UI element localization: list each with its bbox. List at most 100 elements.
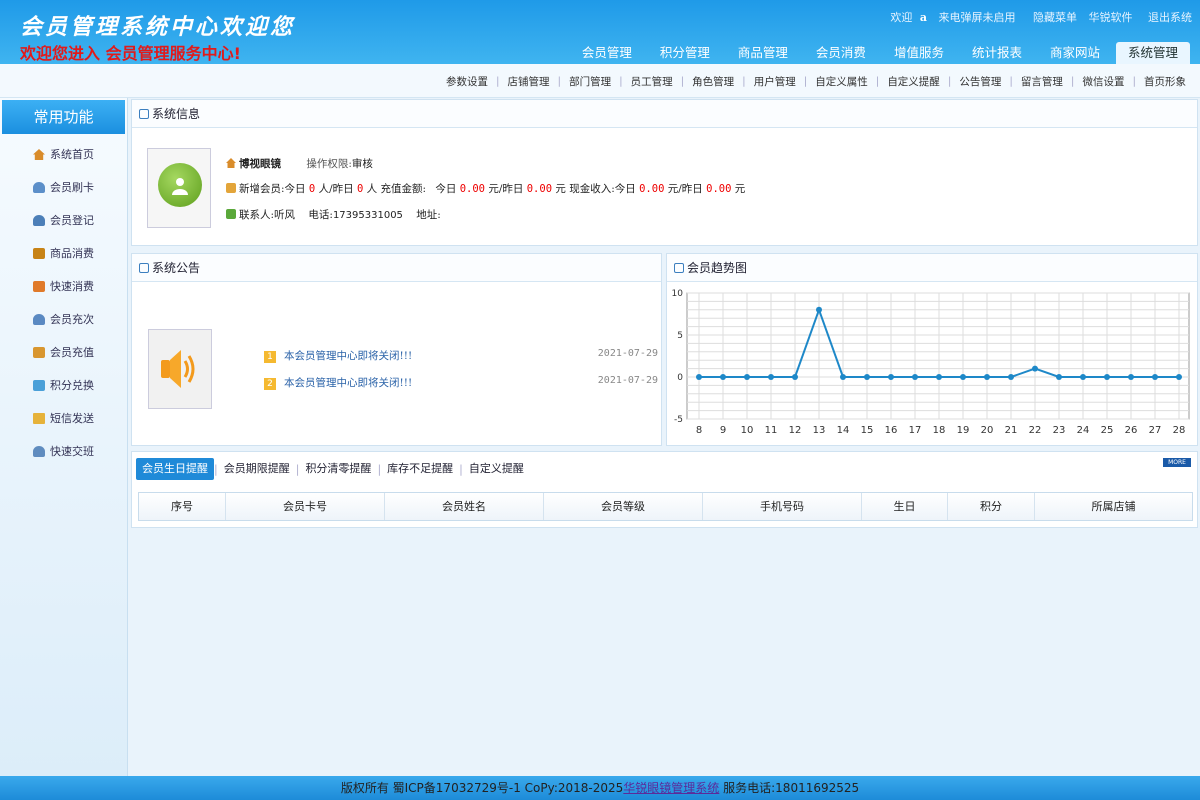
data-point [720, 374, 726, 380]
sidebar-item-label: 会员充值 [50, 346, 94, 359]
x-tick-label: 12 [789, 425, 802, 436]
sidebar-item-home[interactable]: 系统首页 [0, 138, 127, 171]
col-member-level: 会员等级 [544, 493, 703, 520]
top-link-hide-menu[interactable]: 隐藏菜单 [1033, 11, 1077, 24]
info-icon [139, 109, 149, 119]
nav-goods[interactable]: 商品管理 [726, 42, 800, 64]
x-tick-label: 26 [1125, 425, 1138, 436]
data-point [936, 374, 942, 380]
subnav-custom-attr[interactable]: 自定义属性 [815, 74, 868, 89]
nav-website[interactable]: 商家网站 [1038, 42, 1112, 64]
reminder-tabs: 会员生日提醒 | 会员期限提醒 | 积分清零提醒 | 库存不足提醒 | 自定义提醒 [136, 458, 530, 480]
tab-birthday-remind[interactable]: 会员生日提醒 [136, 458, 214, 480]
permission-label: 操作权限: [306, 158, 352, 170]
subnav-wechat-settings[interactable]: 微信设置 [1082, 74, 1124, 89]
top-link-logout[interactable]: 退出系统 [1148, 11, 1192, 24]
x-tick-label: 28 [1173, 425, 1186, 436]
panel-header: 系统信息 [132, 100, 1197, 128]
sidebar-item-recharge-times[interactable]: 会员充次 [0, 303, 127, 336]
sidebar-item-fast-consume[interactable]: 快速消费 [0, 270, 127, 303]
x-tick-label: 9 [720, 425, 726, 436]
person-unit: 人 [318, 183, 330, 195]
subnav-shop-manage[interactable]: 店铺管理 [508, 74, 550, 89]
sidebar-title: 常用功能 [2, 100, 125, 134]
new-today-value: 0 [308, 183, 316, 195]
notice-date: 2021-07-29 [597, 348, 658, 359]
nav-points[interactable]: 积分管理 [648, 42, 722, 64]
subnav-staff-manage[interactable]: 员工管理 [631, 74, 673, 89]
tab-expiry-remind[interactable]: 会员期限提醒 [218, 458, 296, 480]
tab-points-clear-remind[interactable]: 积分清零提醒 [299, 458, 377, 480]
sidebar-item-register[interactable]: 会员登记 [0, 204, 127, 237]
subnav-custom-remind[interactable]: 自定义提醒 [887, 74, 940, 89]
col-card-no: 会员卡号 [226, 493, 385, 520]
sidebar-item-label: 会员刷卡 [50, 181, 94, 194]
x-tick-label: 21 [1005, 425, 1018, 436]
yesterday-label: /昨日 [678, 183, 703, 195]
data-point [816, 306, 822, 313]
subnav-user-manage[interactable]: 用户管理 [754, 74, 796, 89]
sidebar-item-recharge[interactable]: 会员充值 [0, 336, 127, 369]
x-tick-label: 11 [765, 425, 778, 436]
footer-link[interactable]: 华锐眼镜管理系统 [623, 781, 719, 795]
notice-date: 2021-07-29 [597, 375, 658, 386]
shift-icon [33, 446, 45, 457]
subnav-role-manage[interactable]: 角色管理 [692, 74, 734, 89]
notice-title[interactable]: 本会员管理中心即将关闭!!! [284, 350, 412, 362]
data-point [1152, 374, 1158, 380]
panel-header: 系统公告 [132, 254, 661, 282]
footer-copyright: 版权所有 蜀ICP备17032729号-1 CoPy:2018-2025 [340, 781, 624, 795]
nav-system[interactable]: 系统管理 [1115, 42, 1190, 64]
subnav-notice-manage[interactable]: 公告管理 [959, 74, 1001, 89]
x-tick-label: 23 [1053, 425, 1066, 436]
subnav-home-image[interactable]: 首页形象 [1144, 74, 1186, 89]
nav-value-added[interactable]: 增值服务 [882, 42, 956, 64]
nav-member[interactable]: 会员管理 [570, 42, 644, 64]
more-button[interactable]: MORE [1163, 458, 1191, 467]
sidebar-item-label: 商品消费 [50, 247, 94, 260]
data-point [1176, 374, 1182, 380]
data-point [1080, 374, 1086, 380]
nav-reports[interactable]: 统计报表 [960, 42, 1034, 64]
x-tick-label: 20 [981, 425, 994, 436]
sidebar-item-sms[interactable]: 短信发送 [0, 402, 127, 435]
recharge-label: 充值金额: [380, 183, 427, 195]
speaker-image [148, 329, 212, 409]
notice-number: 1 [264, 351, 276, 363]
top-link-company[interactable]: 华锐软件 [1089, 11, 1133, 24]
sidebar-item-goods-consume[interactable]: 商品消费 [0, 237, 127, 270]
trend-panel: 会员趋势图 8 9 10 11 12 13 14 15 16 17 18 19 20 21 22 23 24 25… [666, 253, 1198, 446]
cash-today-value: 0.00 [639, 183, 665, 195]
sidebar-item-swipe-card[interactable]: 会员刷卡 [0, 171, 127, 204]
data-point [912, 374, 918, 380]
sidebar-item-shift[interactable]: 快速交班 [0, 435, 127, 468]
gift-icon [33, 380, 45, 391]
sidebar-item-points-exchange[interactable]: 积分兑换 [0, 369, 127, 402]
tab-stock-remind[interactable]: 库存不足提醒 [381, 458, 459, 480]
data-point [888, 374, 894, 380]
notice-item[interactable]: 2 本会员管理中心即将关闭!!! 2021-07-29 [264, 375, 658, 391]
data-point [1104, 374, 1110, 380]
notice-title[interactable]: 本会员管理中心即将关闭!!! [284, 377, 412, 389]
recharge-yesterday-value: 0.00 [526, 183, 553, 195]
notice-item[interactable]: 1 本会员管理中心即将关闭!!! 2021-07-29 [264, 348, 658, 364]
top-link-callpopup[interactable]: 来电弹屏未启用 [939, 11, 1016, 24]
nav-consume[interactable]: 会员消费 [804, 42, 878, 64]
app-subtitle: 欢迎您进入 会员管理服务中心! [20, 44, 241, 63]
member-icon [226, 183, 236, 193]
x-tick-label: 24 [1077, 425, 1090, 436]
today-label: 今日 [284, 183, 306, 195]
col-points: 积分 [948, 493, 1035, 520]
notice-icon [139, 263, 149, 273]
recharge-icon [33, 314, 45, 325]
y-tick-label: 0 [677, 373, 683, 383]
tab-custom-remind[interactable]: 自定义提醒 [463, 458, 530, 480]
subnav-message-manage[interactable]: 留言管理 [1021, 74, 1063, 89]
home-icon [226, 158, 236, 168]
col-index: 序号 [139, 493, 226, 520]
subnav-dept-manage[interactable]: 部门管理 [569, 74, 611, 89]
top-header: 会员管理系统中心欢迎您 欢迎您进入 会员管理服务中心! 欢迎 a 来电弹屏未启用… [0, 0, 1200, 64]
subnav-param-settings[interactable]: 参数设置 [446, 74, 488, 89]
phone-label: 电话: [308, 209, 333, 221]
reminder-table-header: 序号 会员卡号 会员姓名 会员等级 手机号码 生日 积分 所属店铺 [138, 492, 1193, 521]
